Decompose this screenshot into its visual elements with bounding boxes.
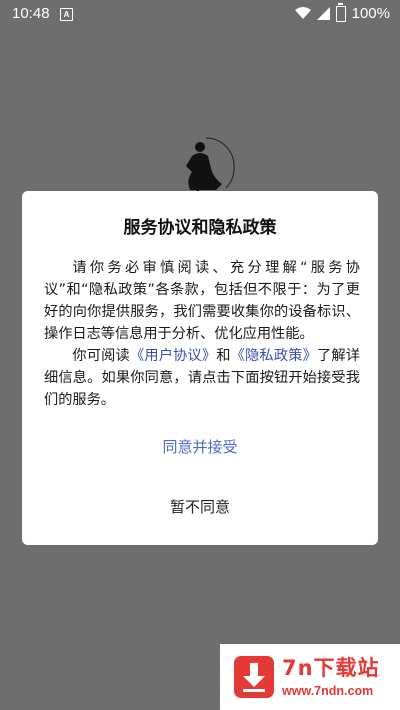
- signal-icon: [316, 7, 330, 20]
- privacy-policy-link[interactable]: 《隐私政策》: [231, 348, 317, 364]
- paragraph-prefix: 你可阅读: [72, 348, 130, 364]
- status-bar: 10:48 A 100%: [0, 0, 400, 28]
- battery-level: 100%: [351, 5, 390, 22]
- watermark-title: 7n下载站: [282, 656, 380, 680]
- dialog-body: 请你务必审慎阅读、充分理解“服务协议”和“隐私政策”各条款，包括但不限于：为了更…: [44, 257, 360, 411]
- battery-icon: [335, 3, 346, 22]
- status-time: 10:48: [12, 5, 50, 22]
- decline-button[interactable]: 暂不同意: [22, 496, 378, 517]
- accept-button[interactable]: 同意并接受: [22, 436, 378, 457]
- dialog-title: 服务协议和隐私政策: [123, 218, 277, 238]
- watermark-url: www.7ndn.com: [282, 684, 374, 698]
- watermark: 7n下载站 www.7ndn.com: [220, 644, 400, 710]
- policy-paragraph: 你可阅读《用户协议》和《隐私政策》了解详细信息。如果你同意，请点击下面按钮开始接…: [44, 345, 360, 411]
- consent-dialog: 服务协议和隐私政策 请你务必审慎阅读、充分理解“服务协议”和“隐私政策”各条款，…: [22, 191, 378, 545]
- status-icons: 100%: [294, 3, 390, 22]
- a-notification-icon: A: [60, 8, 73, 21]
- consent-paragraph: 请你务必审慎阅读、充分理解“服务协议”和“隐私政策”各条款，包括但不限于：为了更…: [44, 260, 360, 342]
- wifi-icon: [294, 7, 311, 19]
- splash-logo-icon: [186, 137, 235, 196]
- download-icon: [234, 656, 274, 698]
- paragraph-and: 和: [216, 348, 231, 364]
- user-agreement-link[interactable]: 《用户协议》: [130, 348, 216, 364]
